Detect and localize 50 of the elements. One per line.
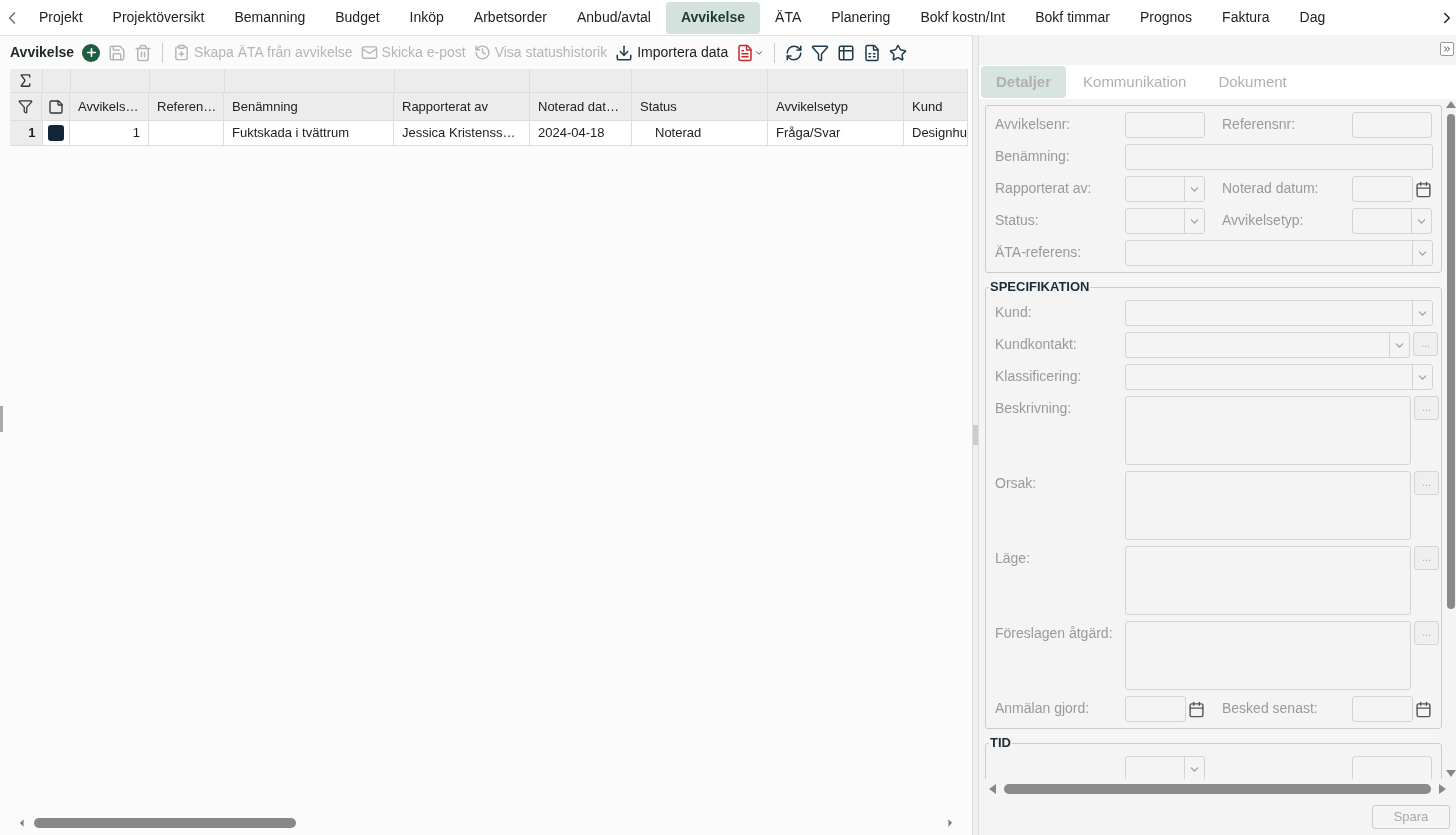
field-label: ÄTA-referens: — [995, 243, 1083, 261]
column-header[interactable]: Referen… — [149, 93, 224, 120]
field-label: Klassificering: — [995, 367, 1083, 385]
field-label: Kundkontakt: — [995, 335, 1078, 353]
tab[interactable]: Bokf kostn/Int — [905, 1, 1021, 34]
column-header[interactable]: Kund — [904, 93, 968, 120]
field-label: Läge: — [995, 549, 1032, 567]
column-header[interactable]: Noterad dat… — [530, 93, 632, 120]
field-label: Referensnr: — [1222, 115, 1297, 133]
field-label: Anmälan gjord: — [995, 699, 1091, 717]
table-cell-text: 1 — [132, 124, 140, 143]
tab[interactable]: Dag — [1284, 1, 1341, 34]
field-label: Avvikelsetyp: — [1222, 211, 1305, 229]
tab[interactable]: Planering — [816, 1, 906, 34]
tab[interactable]: Anbud/avtal — [562, 1, 666, 34]
tab[interactable]: Bokf timmar — [1020, 1, 1125, 34]
tab[interactable]: Projektöversikt — [97, 1, 220, 34]
tab[interactable]: Avvikelse — [665, 1, 761, 34]
field-label: Kund: — [995, 303, 1033, 321]
tab[interactable]: Projekt — [24, 1, 98, 34]
field-label: Benämning: — [995, 147, 1071, 165]
column-header[interactable]: Status — [632, 93, 768, 120]
table-cell-text: Fråga/Svar — [776, 124, 841, 143]
table-cell-text: Jessica Kristenss… — [402, 124, 516, 143]
field-label: Noterad datum: — [1222, 179, 1320, 197]
table-cell-text: Fuktskada i tvättrum — [232, 124, 350, 143]
column-header[interactable]: Benämning — [224, 93, 394, 120]
field-label: Orsak: — [995, 474, 1038, 492]
column-header[interactable]: Rapporterat av — [394, 93, 530, 120]
column-header[interactable]: Avvikelsetyp — [768, 93, 904, 120]
table-cell-text: 2024-04-18 — [538, 124, 605, 143]
table-cell-text: Noterad — [655, 124, 702, 143]
tab[interactable]: Arbetsorder — [458, 1, 562, 34]
field-label: Besked senast: — [1222, 699, 1319, 717]
field-label: Status: — [995, 211, 1040, 229]
column-header[interactable]: Avvikels… — [70, 93, 149, 120]
toolbar-button[interactable]: Importera data — [615, 42, 729, 63]
tab[interactable]: Inköp — [394, 1, 459, 34]
tab[interactable]: Bemanning — [219, 1, 321, 34]
tab[interactable]: Budget — [320, 1, 395, 34]
field-label: Avvikelsenr: — [995, 115, 1072, 133]
panel-title: Avvikelse — [10, 43, 75, 62]
tab[interactable]: ÄTA — [760, 1, 817, 34]
tab[interactable]: Faktura — [1207, 1, 1285, 34]
tab[interactable]: Prognos — [1124, 1, 1208, 34]
field-label: Beskrivning: — [995, 399, 1073, 417]
field-label: Rapporterat av: — [995, 179, 1093, 197]
table-cell-text: Designhu — [912, 124, 967, 143]
row-number: 1 — [10, 121, 43, 145]
field-label: Föreslagen åtgärd: — [995, 624, 1114, 642]
